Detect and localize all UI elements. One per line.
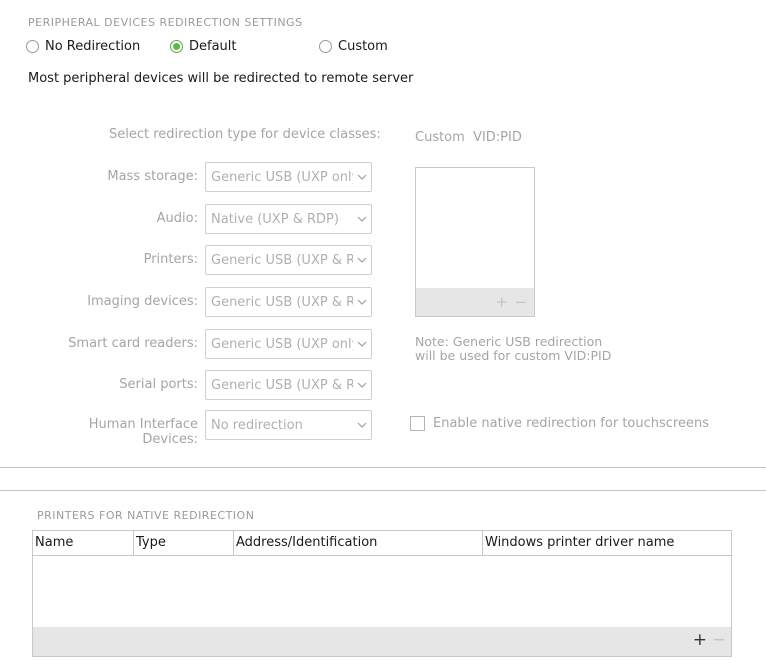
device-classes-heading: Select redirection type for device class… — [109, 127, 381, 142]
hid-label: Human Interface Devices: — [88, 417, 198, 447]
section-title-redirection: PERIPHERAL DEVICES REDIRECTION SETTINGS — [28, 16, 303, 29]
touchscreen-option[interactable]: Enable native redirection for touchscree… — [410, 416, 709, 431]
remove-vidpid-button[interactable]: − — [514, 293, 527, 311]
section-title-printers: PRINTERS FOR NATIVE REDIRECTION — [37, 509, 255, 522]
add-vidpid-button[interactable]: + — [495, 293, 508, 311]
chevron-down-icon — [353, 174, 371, 180]
add-printer-button[interactable]: + — [693, 630, 707, 650]
select-value: Generic USB (UXP only) — [211, 169, 353, 185]
serial-ports-select[interactable]: Generic USB (UXP & RDP) — [205, 370, 372, 400]
audio-label: Audio: — [156, 211, 198, 226]
select-value: Generic USB (UXP only) — [211, 336, 353, 352]
select-value: Native (UXP & RDP) — [211, 211, 339, 227]
column-header-address[interactable]: Address/Identification — [234, 531, 483, 555]
checkbox-icon[interactable] — [410, 416, 425, 431]
imaging-devices-label: Imaging devices: — [87, 294, 198, 309]
chevron-down-icon — [353, 382, 371, 388]
select-value: No redirection — [211, 417, 303, 433]
column-header-type[interactable]: Type — [134, 531, 234, 555]
divider — [0, 490, 766, 491]
chevron-down-icon — [353, 422, 371, 428]
column-header-name[interactable]: Name — [33, 531, 134, 555]
vidpid-note-line2: will be used for custom VID:PID — [415, 348, 612, 363]
remove-printer-button[interactable]: − — [712, 630, 726, 650]
table-header: Name Type Address/Identification Windows… — [33, 531, 731, 556]
select-value: Generic USB (UXP & RDP) — [211, 252, 353, 268]
custom-vidpid-list[interactable]: + − — [415, 167, 535, 317]
chevron-down-icon — [353, 257, 371, 263]
radio-selected-icon[interactable] — [170, 40, 183, 53]
mass-storage-label: Mass storage: — [107, 169, 198, 184]
imaging-devices-select[interactable]: Generic USB (UXP & RDP) — [205, 287, 372, 317]
vidpid-note-line1: Note: Generic USB redirection — [415, 334, 603, 349]
radio-label: No Redirection — [45, 39, 141, 54]
smart-card-readers-select[interactable]: Generic USB (UXP only) — [205, 329, 372, 359]
column-header-driver[interactable]: Windows printer driver name — [483, 531, 731, 555]
table-toolbar: + − — [33, 627, 731, 656]
touchscreen-label: Enable native redirection for touchscree… — [433, 416, 709, 431]
radio-label: Custom — [338, 39, 388, 54]
custom-vidpid-heading: Custom VID:PID — [415, 130, 522, 145]
chevron-down-icon — [353, 299, 371, 305]
mass-storage-select[interactable]: Generic USB (UXP only) — [205, 162, 372, 192]
chevron-down-icon — [353, 216, 371, 222]
smart-card-readers-label: Smart card readers: — [68, 336, 198, 351]
printers-label: Printers: — [143, 252, 198, 267]
hid-select[interactable]: No redirection — [205, 410, 372, 440]
chevron-down-icon — [353, 341, 371, 347]
select-value: Generic USB (UXP & RDP) — [211, 377, 353, 393]
radio-no-redirection[interactable]: No Redirection — [26, 39, 140, 54]
select-value: Generic USB (UXP & RDP) — [211, 294, 353, 310]
radio-icon[interactable] — [26, 40, 39, 53]
printers-select[interactable]: Generic USB (UXP & RDP) — [205, 245, 372, 275]
radio-label: Default — [189, 39, 237, 54]
redirection-description: Most peripheral devices will be redirect… — [28, 71, 414, 86]
serial-ports-label: Serial ports: — [119, 377, 198, 392]
radio-custom[interactable]: Custom — [319, 39, 388, 54]
radio-default[interactable]: Default — [170, 39, 237, 54]
audio-select[interactable]: Native (UXP & RDP) — [205, 204, 372, 234]
printers-table[interactable]: Name Type Address/Identification Windows… — [32, 530, 732, 657]
divider — [0, 467, 766, 468]
radio-icon[interactable] — [319, 40, 332, 53]
